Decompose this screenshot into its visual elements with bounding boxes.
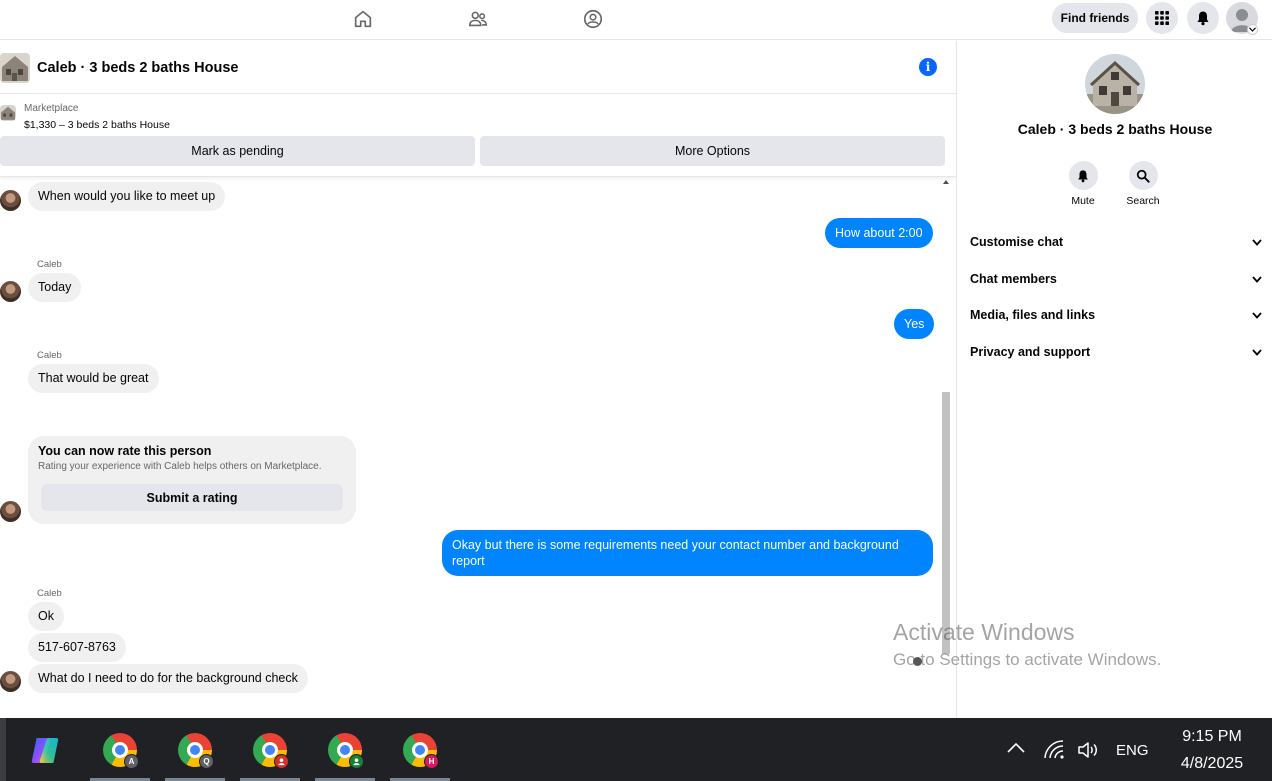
sender-avatar[interactable] (0, 190, 21, 211)
notifications-bell-icon[interactable] (1187, 2, 1219, 34)
mute-label: Mute (1071, 195, 1095, 207)
find-friends-button[interactable]: Find friends (1052, 3, 1138, 33)
chrome-icon: Q (178, 732, 214, 769)
sender-avatar[interactable] (0, 501, 21, 522)
message-scrollbar[interactable] (940, 176, 952, 660)
volume-icon[interactable] (1077, 740, 1099, 763)
search-icon[interactable] (1128, 161, 1158, 190)
message-bubble-incoming[interactable]: When would you like to meet up (28, 182, 226, 211)
scroll-thumb[interactable] (942, 392, 950, 654)
taskbar-edge (0, 718, 6, 781)
profile-badge: Q (199, 753, 214, 769)
sender-name: Caleb (37, 588, 62, 599)
chat-window: Caleb · 3 beds 2 baths House i Marketpla… (0, 41, 956, 752)
message-list: When would you like to meet up How about… (0, 177, 940, 693)
rating-card-subtitle: Rating your experience with Caleb helps … (38, 461, 322, 472)
listing-photo[interactable] (1085, 54, 1145, 114)
marketplace-label: Marketplace (24, 103, 79, 114)
chevron-down-icon (1252, 238, 1262, 246)
section-privacy-support[interactable]: Privacy and support (970, 341, 1262, 363)
copilot-icon[interactable] (15, 718, 75, 781)
top-navigation: Find friends (0, 0, 1272, 40)
sender-avatar[interactable] (0, 281, 21, 302)
chevron-down-icon (1252, 275, 1262, 283)
more-options-button[interactable]: More Options (480, 136, 945, 166)
chrome-profile-red[interactable] (240, 718, 300, 781)
section-media-files-links[interactable]: Media, files and links (970, 304, 1262, 326)
scroll-up-arrow-icon[interactable] (943, 180, 949, 184)
message-bubble-outgoing[interactable]: How about 2:00 (825, 218, 933, 248)
chrome-icon: A (103, 732, 139, 769)
message-bubble-incoming[interactable]: That would be great (28, 364, 159, 393)
sender-name: Caleb (37, 259, 62, 270)
message-bubble-incoming[interactable]: Today (28, 273, 82, 302)
info-icon[interactable]: i (919, 58, 937, 76)
details-title: Caleb · 3 beds 2 baths House (1017, 121, 1213, 137)
chevron-down-icon (1252, 311, 1262, 319)
groups-icon[interactable] (580, 6, 606, 32)
section-chat-members[interactable]: Chat members (970, 268, 1262, 290)
chrome-profile-green[interactable] (315, 718, 375, 781)
rating-card: You can now rate this person Rating your… (28, 436, 356, 524)
sender-name: Caleb (37, 350, 62, 361)
profile-badge: H (424, 753, 439, 769)
profile-badge-icon (274, 753, 289, 769)
read-receipt-avatar (913, 657, 922, 666)
message-bubble-incoming[interactable]: What do I need to do for the background … (28, 664, 308, 693)
profile-badge: A (124, 753, 139, 769)
sender-avatar[interactable] (0, 671, 21, 692)
search-button[interactable]: Search (1113, 161, 1173, 207)
section-customise-chat[interactable]: Customise chat (970, 231, 1262, 253)
search-label: Search (1126, 195, 1160, 207)
section-label: Media, files and links (970, 308, 1096, 322)
profile-badge-icon (349, 753, 364, 769)
section-label: Customise chat (970, 235, 1064, 249)
chat-details-panel: Caleb · 3 beds 2 baths House Mute Search… (956, 41, 1272, 718)
listing-price-title[interactable]: $1,330 – 3 beds 2 baths House (24, 119, 170, 131)
language-indicator[interactable]: ENG (1116, 742, 1149, 759)
section-label: Privacy and support (970, 345, 1091, 359)
clock-time[interactable]: 9:15 PM (1166, 728, 1258, 746)
home-icon[interactable] (350, 6, 376, 32)
menu-grid-icon[interactable] (1146, 2, 1178, 34)
mute-button[interactable]: Mute (1053, 161, 1113, 207)
chevron-down-icon (1252, 348, 1262, 356)
chrome-profile-q[interactable]: Q (165, 718, 225, 781)
show-hidden-icons-chevron-icon[interactable] (1006, 742, 1026, 757)
windows-taskbar: A Q H ENG 9:15 PM 4/8/2025 (0, 718, 1272, 781)
rating-card-title: You can now rate this person (38, 444, 212, 458)
message-bubble-incoming[interactable]: 517-607-8763 (28, 633, 126, 662)
message-bubble-incoming[interactable]: Ok (28, 602, 64, 631)
listing-small-thumbnail (0, 105, 16, 121)
wifi-icon[interactable] (1043, 740, 1065, 763)
account-chevron-icon[interactable] (1247, 24, 1258, 35)
submit-rating-button[interactable]: Submit a rating (41, 484, 343, 511)
message-bubble-outgoing[interactable]: Okay but there is some requirements need… (442, 530, 933, 576)
marketplace-listing-bar: Marketplace $1,330 – 3 beds 2 baths Hous… (0, 95, 956, 177)
clock-date[interactable]: 4/8/2025 (1166, 755, 1258, 773)
section-label: Chat members (970, 272, 1057, 286)
mark-as-pending-button[interactable]: Mark as pending (0, 136, 475, 166)
chrome-profile-h[interactable]: H (390, 718, 450, 781)
chrome-icon (328, 732, 364, 769)
message-bubble-outgoing[interactable]: Yes (894, 309, 935, 339)
chrome-icon: H (403, 732, 439, 769)
bell-icon[interactable] (1068, 161, 1098, 190)
chat-title[interactable]: Caleb · 3 beds 2 baths House (37, 60, 238, 76)
friends-icon[interactable] (465, 6, 491, 32)
chrome-icon (253, 732, 289, 769)
chat-header: Caleb · 3 beds 2 baths House i (0, 41, 956, 94)
chrome-profile-a[interactable]: A (90, 718, 150, 781)
listing-thumbnail[interactable] (0, 53, 30, 83)
